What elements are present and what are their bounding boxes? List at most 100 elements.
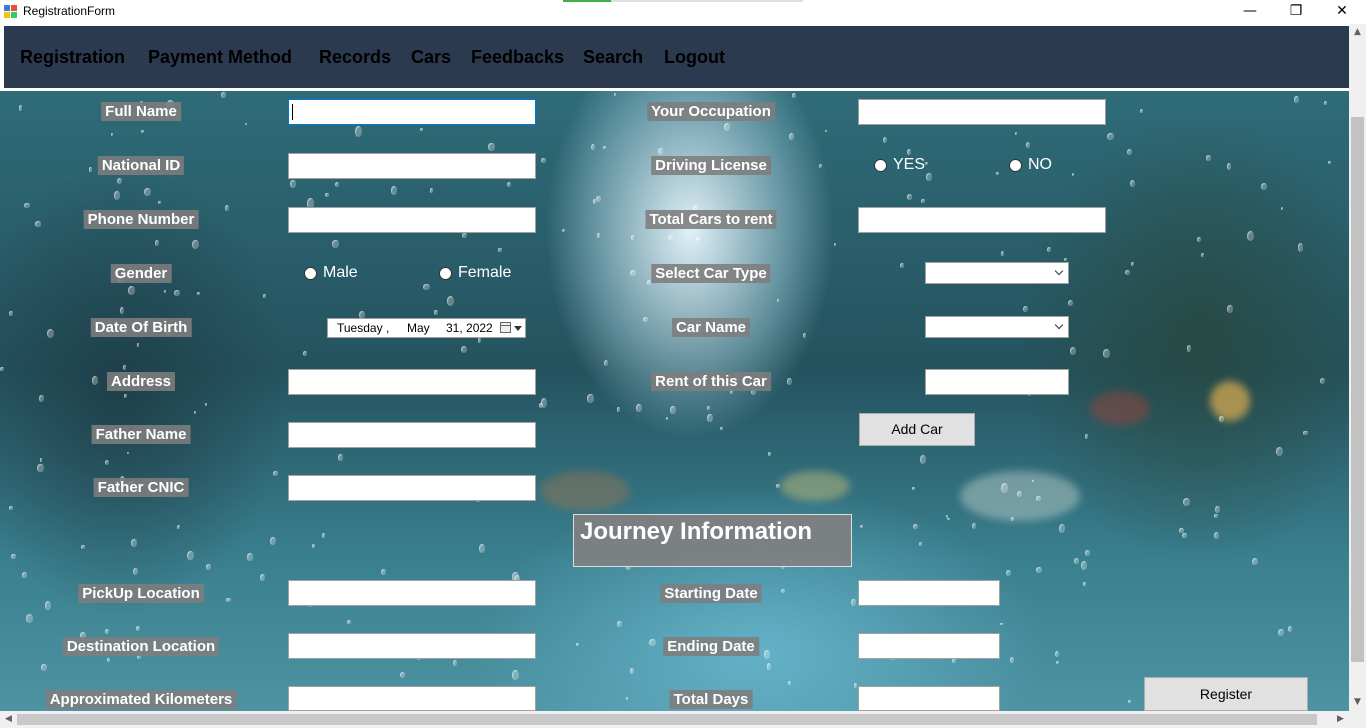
ending-date-input[interactable] [858, 633, 1000, 659]
raindrop [452, 660, 457, 667]
horizontal-scroll-thumb[interactable] [17, 714, 1317, 725]
raindrop [128, 285, 136, 296]
raindrop [1026, 142, 1031, 149]
pickup-location-label: PickUp Location [78, 584, 204, 603]
raindrop [205, 563, 211, 570]
raindrop [592, 199, 596, 205]
pickup-location-input[interactable] [288, 580, 536, 606]
raindrop [154, 240, 160, 247]
horizontal-scrollbar[interactable]: ◀ ▶ [0, 711, 1366, 728]
raindrop [1200, 252, 1204, 257]
ending-date-label: Ending Date [663, 637, 759, 656]
scroll-left-icon[interactable]: ◀ [0, 711, 17, 728]
raindrop [630, 269, 636, 276]
raindrop [603, 359, 609, 367]
raindrop [919, 542, 923, 546]
raindrop [763, 650, 771, 660]
raindrop [1036, 566, 1042, 573]
raindrop [430, 188, 434, 193]
vertical-scrollbar[interactable]: ▲ ▼ [1349, 24, 1366, 711]
raindrop [24, 202, 30, 209]
menu-cars[interactable]: Cars [411, 47, 451, 68]
raindrop [477, 338, 481, 343]
raindrop [1068, 299, 1074, 307]
menu-logout[interactable]: Logout [664, 47, 725, 68]
raindrop [1103, 349, 1111, 358]
license-yes-label: YES [893, 156, 926, 173]
father-cnic-input[interactable] [288, 475, 536, 501]
full-name-input[interactable] [288, 99, 536, 125]
gender-label: Gender [110, 264, 172, 283]
total-cars-input[interactable] [858, 207, 1106, 233]
register-button[interactable]: Register [1144, 677, 1308, 711]
scroll-right-icon[interactable]: ▶ [1332, 711, 1349, 728]
car-type-select[interactable] [925, 262, 1069, 284]
raindrop [603, 146, 607, 150]
license-no-label: NO [1028, 156, 1052, 173]
window-title: RegistrationForm [23, 4, 116, 18]
raindrop [1219, 416, 1225, 422]
raindrop [614, 93, 617, 96]
national-id-label: National ID [97, 156, 185, 175]
raindrop [433, 309, 439, 315]
menu-records[interactable]: Records [319, 47, 391, 68]
total-days-input[interactable] [858, 686, 1000, 711]
raindrop [1010, 656, 1015, 663]
dropdown-arrow-icon[interactable] [514, 326, 522, 331]
menu-payment-method[interactable]: Payment Method [148, 47, 292, 68]
phone-number-input[interactable] [288, 207, 536, 233]
raindrop [187, 551, 194, 560]
raindrop [124, 393, 128, 398]
raindrop [105, 628, 110, 635]
raindrop [144, 187, 152, 196]
minimize-button[interactable]: — [1227, 0, 1273, 24]
license-no-radio[interactable]: NO [1009, 156, 1052, 174]
raindrop [1046, 247, 1052, 253]
gender-male-radio[interactable]: Male [304, 264, 358, 282]
raindrop [860, 524, 863, 528]
menu-search[interactable]: Search [583, 47, 643, 68]
license-yes-radio[interactable]: YES [874, 156, 925, 174]
gender-female-radio[interactable]: Female [439, 264, 511, 282]
occupation-input[interactable] [858, 99, 1106, 125]
menu-registration[interactable]: Registration [20, 47, 125, 68]
raindrop [311, 543, 315, 548]
raindrop [1297, 243, 1304, 252]
raindrop [649, 638, 657, 646]
close-button[interactable]: ✕ [1319, 0, 1365, 24]
raindrop [1127, 699, 1131, 703]
father-name-input[interactable] [288, 422, 536, 448]
address-input[interactable] [288, 369, 536, 395]
approx-kilometers-input[interactable] [288, 686, 536, 711]
raindrop [116, 177, 122, 184]
raindrop [1005, 569, 1012, 577]
starting-date-input[interactable] [858, 580, 1000, 606]
raindrop [1183, 498, 1190, 507]
raindrop [971, 522, 976, 529]
raindrop [1129, 180, 1135, 188]
raindrop [1063, 257, 1067, 261]
raindrop [995, 171, 999, 176]
calendar-icon[interactable] [500, 322, 511, 333]
raindrop [1323, 100, 1327, 105]
destination-location-input[interactable] [288, 633, 536, 659]
raindrop [668, 234, 674, 241]
restore-button[interactable]: ❐ [1273, 0, 1319, 24]
raindrop [1069, 347, 1077, 356]
raindrop [89, 167, 93, 172]
scroll-down-icon[interactable]: ▼ [1349, 694, 1366, 711]
rent-input[interactable] [925, 369, 1069, 395]
car-name-select[interactable] [925, 316, 1069, 338]
raindrop [1126, 148, 1133, 155]
raindrop [35, 221, 41, 227]
vertical-scroll-thumb[interactable] [1351, 117, 1364, 662]
add-car-button[interactable]: Add Car [859, 413, 975, 446]
menu-feedbacks[interactable]: Feedbacks [471, 47, 564, 68]
scroll-up-icon[interactable]: ▲ [1349, 24, 1366, 41]
raindrop [1085, 550, 1091, 556]
raindrop [26, 614, 34, 624]
rainy-window-background [0, 91, 1349, 711]
national-id-input[interactable] [288, 153, 536, 179]
raindrop [1251, 558, 1259, 566]
date-of-birth-picker[interactable]: Tuesday , May 31, 2022 [327, 318, 526, 338]
